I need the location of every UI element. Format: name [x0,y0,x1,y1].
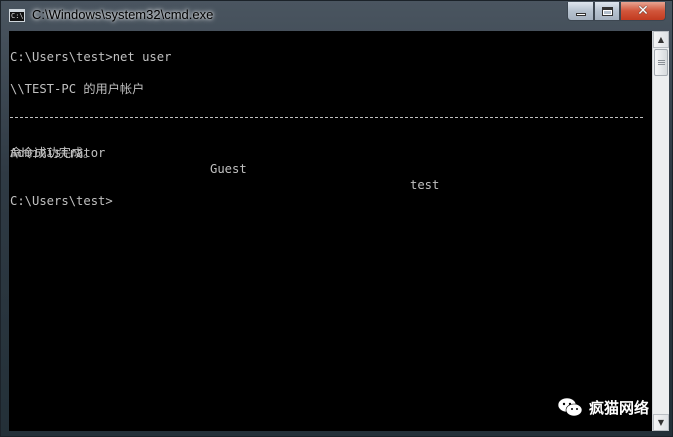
account-test: test [410,178,440,192]
command-line: C:\Users\test>net user [10,50,172,64]
scroll-thumb[interactable] [654,49,668,76]
window-title: C:\Windows\system32\cmd.exe [32,7,214,22]
minimize-button[interactable] [567,2,594,21]
minimize-icon [575,13,586,16]
console-output[interactable]: C:\Users\test>net user \\TEST-PC 的用户帐户 A… [9,31,652,431]
vertical-scrollbar[interactable]: ▲ ▼ [652,31,669,431]
scroll-down-button[interactable]: ▼ [653,414,669,431]
command-prompt: C:\Users\test> [10,194,113,208]
arrow-down-icon: ▼ [657,418,665,427]
maximize-icon [601,6,613,16]
watermark: 疯猫网络 [557,396,649,418]
close-icon: ✕ [637,3,649,19]
wechat-icon [557,397,583,417]
close-button[interactable]: ✕ [620,2,666,21]
maximize-button[interactable] [594,2,620,21]
watermark-text: 疯猫网络 [589,398,650,417]
grip-line [658,60,665,61]
completion-message: 命令成功完成。 [10,146,96,160]
accounts-header: \\TEST-PC 的用户帐户 [10,82,145,96]
title-bar[interactable]: C:\ C:\Windows\system32\cmd.exe ✕ [1,1,672,31]
arrow-up-icon: ▲ [657,35,665,44]
separator-line [10,117,643,118]
cmd-window: C:\ C:\Windows\system32\cmd.exe ✕ C:\Use… [0,0,673,437]
account-guest: Guest [210,162,247,176]
grip-line [658,64,665,65]
app-icon-label: C:\ [11,12,24,20]
cmd-app-icon[interactable]: C:\ [9,9,25,22]
scroll-up-button[interactable]: ▲ [653,31,669,48]
accounts-row: Administrator Guest test [10,129,650,192]
grip-line [658,62,665,63]
